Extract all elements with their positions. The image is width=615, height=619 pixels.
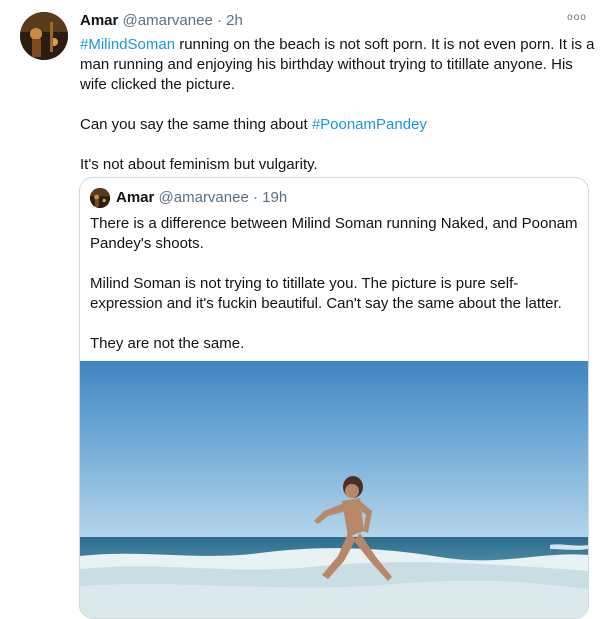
- hashtag-link-poonampandey[interactable]: #PoonamPandey: [312, 116, 427, 133]
- tweet-time[interactable]: 2h: [226, 12, 243, 29]
- tweet-text: #MilindSoman running on the beach is not…: [80, 35, 600, 175]
- quoted-header: Amar @amarvanee · 19h: [116, 188, 287, 208]
- tweet-card[interactable]: Amar @amarvanee · 2h ooo #MilindSoman ru…: [0, 0, 615, 619]
- quoted-paragraph-2: Milind Soman is not trying to titillate …: [90, 275, 562, 312]
- quoted-paragraph-1: There is a difference between Milind Som…: [90, 215, 578, 252]
- quoted-paragraph-3: They are not the same.: [90, 335, 245, 352]
- tweet-header: Amar @amarvanee · 2h: [80, 11, 243, 31]
- hashtag-link-milindsoman[interactable]: #MilindSoman: [80, 36, 175, 53]
- author-name[interactable]: Amar: [80, 12, 118, 29]
- quoted-avatar-image: [90, 188, 110, 208]
- more-options-button[interactable]: ooo: [567, 12, 587, 26]
- author-handle[interactable]: @amarvanee: [123, 12, 213, 29]
- tweet-paragraph-3: It's not about feminism but vulgarity.: [80, 156, 318, 173]
- tweet-paragraph-2-text: Can you say the same thing about: [80, 116, 312, 133]
- tweet-paragraph-2: Can you say the same thing about #Poonam…: [80, 115, 600, 135]
- quoted-author-name[interactable]: Amar: [116, 189, 154, 206]
- meta-separator: ·: [216, 12, 222, 29]
- beach-runner-image: [80, 361, 588, 618]
- quoted-author-avatar[interactable]: [90, 188, 110, 208]
- author-avatar[interactable]: [20, 12, 68, 60]
- quoted-time[interactable]: 19h: [262, 189, 287, 206]
- more-horizontal-icon: ooo: [567, 12, 587, 23]
- quoted-photo[interactable]: [80, 361, 588, 618]
- avatar-image: [20, 12, 68, 60]
- quoted-text: There is a difference between Milind Som…: [90, 214, 578, 354]
- quoted-meta-separator: ·: [252, 189, 258, 206]
- tweet-paragraph-1: #MilindSoman running on the beach is not…: [80, 35, 600, 95]
- quoted-tweet[interactable]: Amar @amarvanee · 19h There is a differe…: [79, 177, 589, 619]
- quoted-author-handle[interactable]: @amarvanee: [159, 189, 249, 206]
